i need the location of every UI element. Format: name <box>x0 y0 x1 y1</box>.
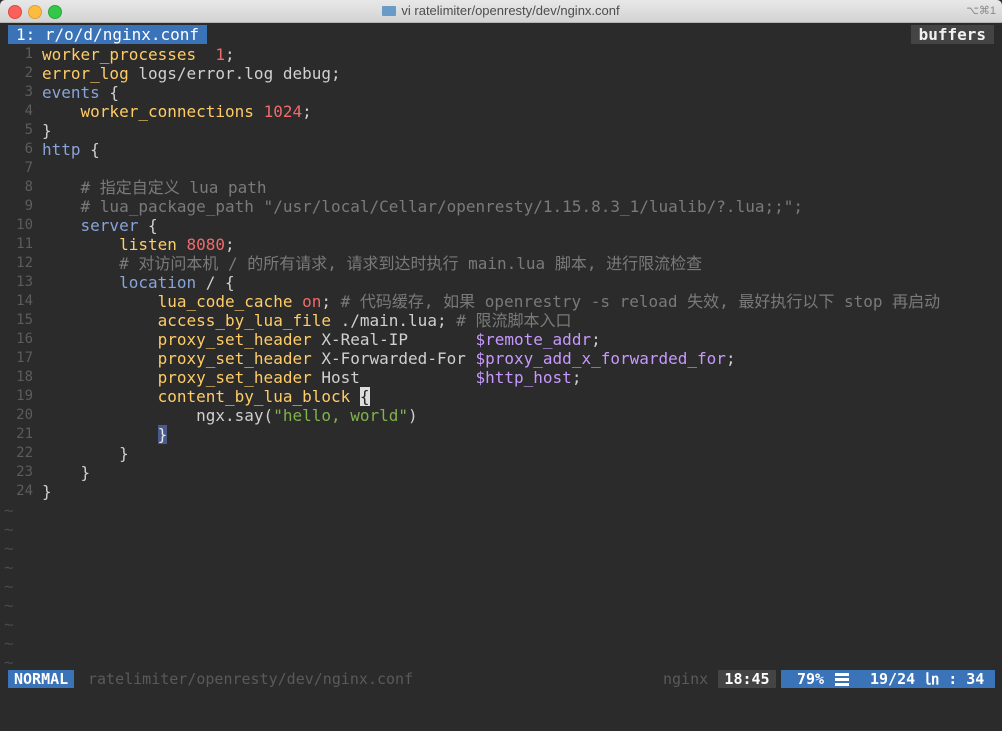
title-bar: vi ratelimiter/openresty/dev/nginx.conf … <box>0 0 1002 23</box>
line-number: 9 <box>24 198 33 214</box>
line-number: 8 <box>24 179 33 195</box>
line-text: lua_code_cache on; # 代码缓存, 如果 openrestry… <box>157 292 941 311</box>
line-number: 20 <box>16 407 33 423</box>
line-number: 19 <box>16 388 33 404</box>
window-shortcut: ⌥⌘1 <box>966 5 996 17</box>
line-number: 18 <box>16 369 33 385</box>
line-text: location / { <box>119 273 235 292</box>
terminal-window: vi ratelimiter/openresty/dev/nginx.conf … <box>0 0 1002 731</box>
status-filetype: nginx <box>663 670 709 688</box>
window-title: vi ratelimiter/openresty/dev/nginx.conf <box>0 3 1002 18</box>
line-number: 1 <box>24 46 33 62</box>
line-text: } <box>42 444 129 463</box>
folder-icon <box>382 6 397 16</box>
line-number: 11 <box>16 236 33 252</box>
line-number: 6 <box>24 141 33 157</box>
line-number: 10 <box>16 217 33 233</box>
line-number: 4 <box>24 103 33 119</box>
status-position: 79% 19/24 ㏑ : 34 <box>781 670 995 688</box>
line-text: # 对访问本机 / 的所有请求, 请求到达时执行 main.lua 脚本, 进行… <box>119 254 703 273</box>
line-text: proxy_set_header Host $http_host; <box>157 368 582 387</box>
line-text: listen 8080; <box>119 235 235 254</box>
tab-nginx-conf[interactable]: 1: r/o/d/nginx.conf <box>8 25 208 44</box>
line-text: } <box>42 463 91 482</box>
line-number: 3 <box>24 84 33 100</box>
line-number: 15 <box>16 312 33 328</box>
scroll-bars-icon <box>835 673 849 686</box>
line-number: 16 <box>16 331 33 347</box>
line-text: } <box>42 121 52 140</box>
line-text: proxy_set_header X-Real-IP $remote_addr; <box>157 330 601 349</box>
line-text: } <box>42 482 52 501</box>
line-number: 24 <box>16 483 33 499</box>
line-text: worker_connections 1024; <box>80 102 312 121</box>
status-time: 18:45 <box>718 670 776 688</box>
line-text: http { <box>42 140 100 159</box>
tabline: 1: r/o/d/nginx.conf buffers <box>0 23 1002 45</box>
line-text: } <box>157 425 168 444</box>
line-number: 23 <box>16 464 33 480</box>
line-text: # lua_package_path "/usr/local/Cellar/op… <box>80 197 803 216</box>
line-number: 21 <box>16 426 33 442</box>
line-number: 7 <box>24 160 33 176</box>
line-text: error_log logs/error.log debug; <box>42 64 341 83</box>
line-text: # 指定自定义 lua path <box>80 178 267 197</box>
status-line-col: 19/24 ㏑ : 34 <box>870 670 985 688</box>
line-number: 2 <box>24 65 33 81</box>
line-text: worker_processes 1; <box>42 45 235 64</box>
line-number: 17 <box>16 350 33 366</box>
line-number: 13 <box>16 274 33 290</box>
line-text: content_by_lua_block { <box>157 387 370 406</box>
vim-editor[interactable]: 1: r/o/d/nginx.conf buffers 1 worker_proc… <box>0 23 1002 731</box>
buffers-label: buffers <box>910 25 994 44</box>
line-number: 5 <box>24 122 33 138</box>
line-number: 22 <box>16 445 33 461</box>
line-text: server { <box>80 216 158 235</box>
status-percent: 79% <box>797 670 825 688</box>
status-file-path: ratelimiter/openresty/dev/nginx.conf <box>88 670 414 688</box>
line-text: ngx.say("hello, world") <box>42 406 418 425</box>
line-text: events { <box>42 83 120 102</box>
status-line: NORMAL ratelimiter/openresty/dev/nginx.c… <box>0 668 1002 690</box>
mode-indicator: NORMAL <box>8 670 75 688</box>
window-title-text: vi ratelimiter/openresty/dev/nginx.conf <box>401 3 620 18</box>
line-number: 12 <box>16 255 33 271</box>
line-text: proxy_set_header X-Forwarded-For $proxy_… <box>157 349 736 368</box>
line-text: access_by_lua_file ./main.lua; # 限流脚本入口 <box>157 311 572 330</box>
line-number: 14 <box>16 293 33 309</box>
